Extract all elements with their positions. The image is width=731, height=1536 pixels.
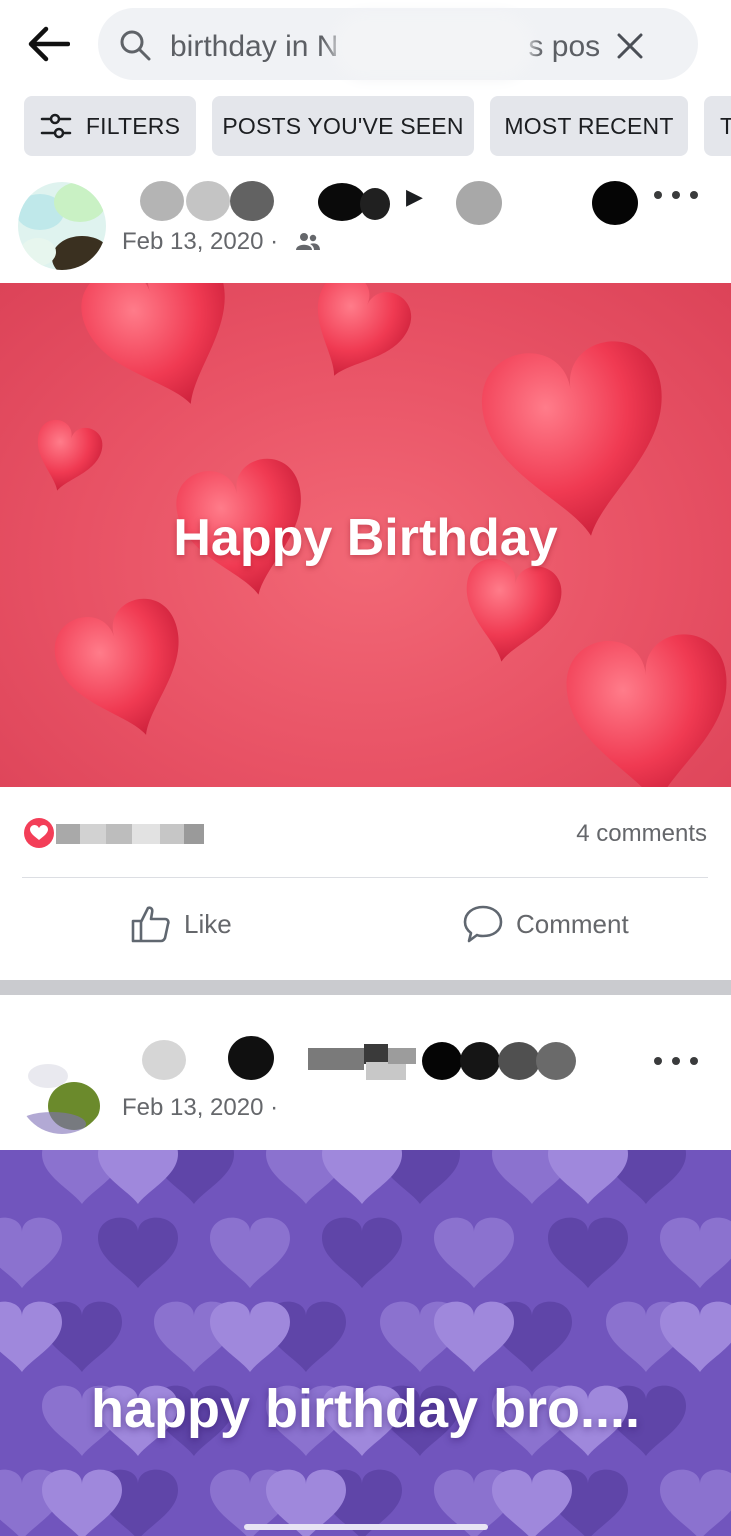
like-button[interactable]: Like — [130, 894, 232, 954]
search-icon — [120, 30, 151, 61]
post-options-button[interactable] — [654, 1046, 698, 1076]
post-options-button[interactable] — [654, 180, 698, 210]
like-label: Like — [184, 908, 232, 939]
post-header: Feb 13, 2020 · — [0, 996, 731, 1150]
more-chip-label: T — [720, 112, 731, 139]
more-dot-icon — [672, 1057, 680, 1065]
comments-count[interactable]: 4 comments — [576, 820, 707, 848]
sliders-icon — [40, 113, 72, 139]
filter-chips: FILTERS POSTS YOU'VE SEEN MOST RECENT T — [0, 96, 731, 158]
love-icon[interactable] — [24, 818, 54, 848]
comment-label: Comment — [516, 908, 629, 939]
date-separator: · — [270, 228, 279, 255]
thumbs-up-icon — [131, 906, 170, 943]
comment-button[interactable]: Comment — [462, 894, 629, 954]
divider — [22, 877, 708, 878]
post-image-caption: Happy Birthday — [173, 509, 558, 567]
more-chip[interactable]: T — [704, 96, 731, 156]
posts-seen-chip-label: POSTS YOU'VE SEEN — [222, 112, 464, 139]
more-dot-icon — [654, 1057, 662, 1065]
most-recent-chip[interactable]: MOST RECENT — [490, 96, 688, 156]
heart-icon — [30, 825, 48, 840]
more-dot-icon — [672, 191, 680, 199]
post-author[interactable] — [122, 1036, 632, 1080]
avatar[interactable] — [18, 182, 106, 270]
avatar[interactable] — [18, 1046, 106, 1134]
post-separator — [0, 980, 731, 995]
comment-icon — [463, 905, 503, 943]
posts-seen-chip[interactable]: POSTS YOU'VE SEEN — [212, 96, 474, 156]
hearts-pattern — [0, 1150, 731, 1536]
back-button[interactable] — [22, 20, 74, 68]
post-header: ▶ Feb 13, 2020 · — [0, 166, 731, 283]
reactions-row: 4 comments — [0, 800, 731, 868]
search-query-suffix: s pos — [528, 30, 601, 63]
filters-chip-label: FILTERS — [85, 112, 181, 139]
redaction-blur — [343, 22, 523, 70]
more-dot-icon — [654, 191, 662, 199]
post-date-text: Feb 13, 2020 — [122, 1094, 264, 1121]
post-image-caption: happy birthday bro.... — [90, 1379, 641, 1439]
reactors-names-redacted[interactable] — [56, 824, 216, 844]
avatar-image — [18, 182, 106, 270]
search-header: birthday in N s pos — [0, 0, 731, 90]
post-image[interactable] — [0, 1150, 731, 1536]
search-query: birthday in N — [170, 30, 339, 63]
most-recent-chip-label: MOST RECENT — [504, 112, 674, 139]
date-separator: · — [270, 1094, 279, 1121]
friends-icon — [296, 233, 320, 250]
post-author[interactable]: ▶ — [122, 180, 638, 225]
arrow-left-icon — [28, 26, 70, 62]
post-date-text: Feb 13, 2020 — [122, 228, 264, 255]
arrow-right-icon: ▶ — [406, 184, 423, 209]
post-date[interactable]: Feb 13, 2020 · — [122, 1094, 278, 1122]
clear-search-icon[interactable] — [612, 28, 648, 64]
post-date[interactable]: Feb 13, 2020 · — [122, 228, 278, 256]
search-input[interactable]: birthday in N s pos — [98, 8, 698, 80]
filters-chip[interactable]: FILTERS — [24, 96, 196, 156]
more-dot-icon — [690, 1057, 698, 1065]
avatar-image — [18, 1046, 106, 1134]
more-dot-icon — [690, 191, 698, 199]
home-indicator[interactable] — [244, 1524, 488, 1530]
